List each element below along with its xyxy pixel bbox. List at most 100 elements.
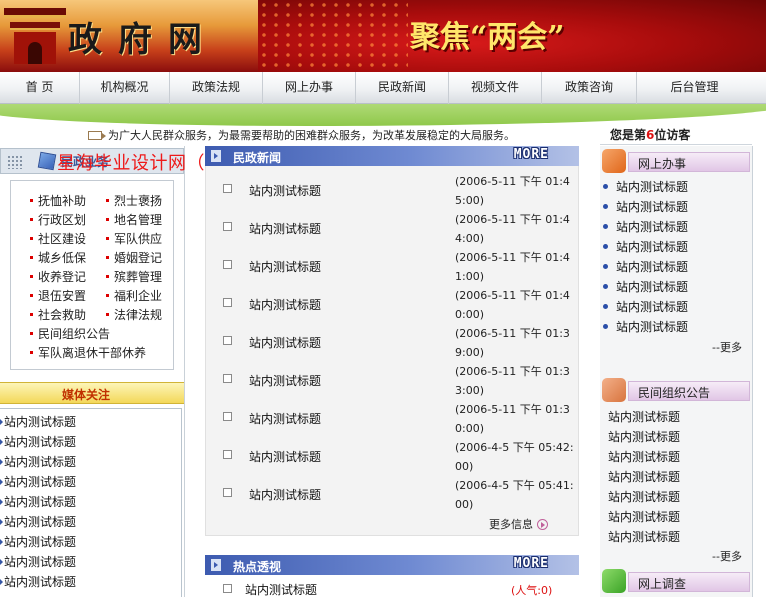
category-link[interactable]: 军队离退休干部休养: [30, 344, 146, 361]
nav-admin[interactable]: 后台管理: [637, 72, 752, 104]
media-item[interactable]: 站内测试标题: [0, 493, 181, 513]
cube-icon: [37, 151, 57, 171]
news-item-title[interactable]: 站内测试标题: [249, 486, 321, 503]
online-more-link[interactable]: --更多: [712, 339, 742, 355]
org-more-link[interactable]: --更多: [712, 548, 742, 564]
news-item-title[interactable]: 站内测试标题: [249, 220, 321, 237]
media-item[interactable]: 站内测试标题: [0, 413, 181, 433]
media-item[interactable]: 站内测试标题: [0, 433, 181, 453]
nav-home[interactable]: 首 页: [0, 72, 80, 104]
hot-more-button[interactable]: MORE: [514, 556, 549, 571]
banner-pattern: [258, 0, 408, 72]
nav-org-overview[interactable]: 机构概况: [80, 72, 170, 104]
news-item-title[interactable]: 站内测试标题: [249, 410, 321, 427]
online-service-item[interactable]: 站内测试标题: [603, 198, 688, 215]
online-service-label: 站内测试标题: [616, 240, 689, 254]
media-item[interactable]: 站内测试标题: [0, 533, 181, 553]
arrow-tag-icon: [211, 559, 221, 571]
category-label: 城乡低保: [38, 251, 87, 265]
online-service-item[interactable]: 站内测试标题: [603, 238, 688, 255]
news-item-date: (2006-5-11 下午 01:45:00): [455, 175, 570, 207]
bullet-icon: [603, 224, 608, 229]
checkbox-icon: [223, 412, 232, 421]
online-service-label: 站内测试标题: [616, 180, 689, 194]
media-item[interactable]: 站内测试标题: [0, 473, 181, 493]
media-item-label: 站内测试标题: [4, 555, 77, 569]
category-link[interactable]: 城乡低保: [30, 249, 86, 266]
news-item-title[interactable]: 站内测试标题: [249, 334, 321, 351]
triangle-icon: [0, 478, 3, 485]
triangle-icon: [0, 498, 3, 505]
org-notice-item[interactable]: 站内测试标题: [608, 488, 680, 505]
category-link[interactable]: 收养登记: [30, 268, 86, 285]
nav-policy-consult[interactable]: 政策咨询: [542, 72, 637, 104]
bullet-icon: [106, 199, 109, 202]
nav-policy-law[interactable]: 政策法规: [170, 72, 263, 104]
media-item[interactable]: 站内测试标题: [0, 573, 181, 593]
news-item-title[interactable]: 站内测试标题: [249, 182, 321, 199]
online-service-item[interactable]: 站内测试标题: [603, 218, 688, 235]
site-title: 政府网: [68, 20, 218, 60]
media-item[interactable]: 站内测试标题: [0, 453, 181, 473]
org-notice-item[interactable]: 站内测试标题: [608, 448, 680, 465]
category-link[interactable]: 福利企业: [106, 287, 162, 304]
category-link[interactable]: 民间组织公告: [30, 325, 110, 342]
category-link[interactable]: 抚恤补助: [30, 192, 86, 209]
org-notice-item[interactable]: 站内测试标题: [608, 528, 680, 545]
decorative-wave: [0, 104, 766, 128]
org-notice-item[interactable]: 站内测试标题: [608, 408, 680, 425]
visitor-suffix: 位访客: [654, 128, 691, 142]
news-item-title[interactable]: 站内测试标题: [249, 258, 321, 275]
checkbox-icon: [223, 584, 232, 593]
news-item-title[interactable]: 站内测试标题: [249, 372, 321, 389]
bullet-icon: [30, 332, 33, 335]
bullet-icon: [603, 284, 608, 289]
hot-item-popularity: (人气:0): [511, 584, 553, 597]
online-service-item[interactable]: 站内测试标题: [603, 178, 688, 195]
news-row: 站内测试标题 (2006-5-11 下午 01:40:00): [205, 286, 579, 324]
bullet-icon: [30, 218, 33, 221]
bullet-icon: [30, 199, 33, 202]
category-link[interactable]: 行政区划: [30, 211, 86, 228]
bullet-icon: [106, 294, 109, 297]
category-link[interactable]: 法律法规: [106, 306, 162, 323]
online-service-item[interactable]: 站内测试标题: [603, 278, 688, 295]
news-row: 站内测试标题 (2006-5-11 下午 01:45:00): [205, 172, 579, 210]
category-link[interactable]: 社区建设: [30, 230, 86, 247]
category-link[interactable]: 社会救助: [30, 306, 86, 323]
category-link[interactable]: 婚姻登记: [106, 249, 162, 266]
org-notice-item[interactable]: 站内测试标题: [608, 508, 680, 525]
org-notice-label: 站内测试标题: [608, 490, 681, 504]
org-notice-item[interactable]: 站内测试标题: [608, 468, 680, 485]
category-link[interactable]: 烈士褒扬: [106, 192, 162, 209]
hot-item-title[interactable]: 站内测试标题: [245, 581, 317, 597]
media-item[interactable]: 站内测试标题: [0, 513, 181, 533]
media-item[interactable]: 站内测试标题: [0, 553, 181, 573]
online-service-item[interactable]: 站内测试标题: [603, 258, 688, 275]
news-more-button[interactable]: MORE: [514, 147, 549, 162]
news-item-title[interactable]: 站内测试标题: [249, 296, 321, 313]
category-link[interactable]: 退伍安置: [30, 287, 86, 304]
nav-video-files[interactable]: 视频文件: [449, 72, 542, 104]
category-link[interactable]: 地名管理: [106, 211, 162, 228]
arrow-tag-icon: [211, 150, 221, 162]
category-label: 收养登记: [38, 270, 87, 284]
nav-civil-news[interactable]: 民政新闻: [356, 72, 449, 104]
online-service-item[interactable]: 站内测试标题: [603, 318, 688, 335]
category-link[interactable]: 军队供应: [106, 230, 162, 247]
nav-online-service[interactable]: 网上办事: [263, 72, 356, 104]
online-service-item[interactable]: 站内测试标题: [603, 298, 688, 315]
online-service-title: 网上办事: [638, 157, 687, 171]
checkbox-icon: [223, 374, 232, 383]
news-item-date: (2006-5-11 下午 01:44:00): [455, 213, 570, 245]
bullet-icon: [603, 184, 608, 189]
bullet-icon: [30, 237, 33, 240]
more-info-link[interactable]: 更多信息: [489, 516, 548, 532]
news-item-title[interactable]: 站内测试标题: [249, 448, 321, 465]
org-notice-title: 民间组织公告: [638, 386, 711, 400]
category-label: 烈士褒扬: [114, 194, 163, 208]
survey-header: 网上调查: [602, 569, 750, 593]
org-notice-item[interactable]: 站内测试标题: [608, 428, 680, 445]
category-link[interactable]: 殡葬管理: [106, 268, 162, 285]
left-column: 民政业务 抚恤补助 烈士褒扬 行政区划 地名管理 社区建设 军队供应 城乡低保 婚姻登记 收养登…: [0, 146, 184, 597]
